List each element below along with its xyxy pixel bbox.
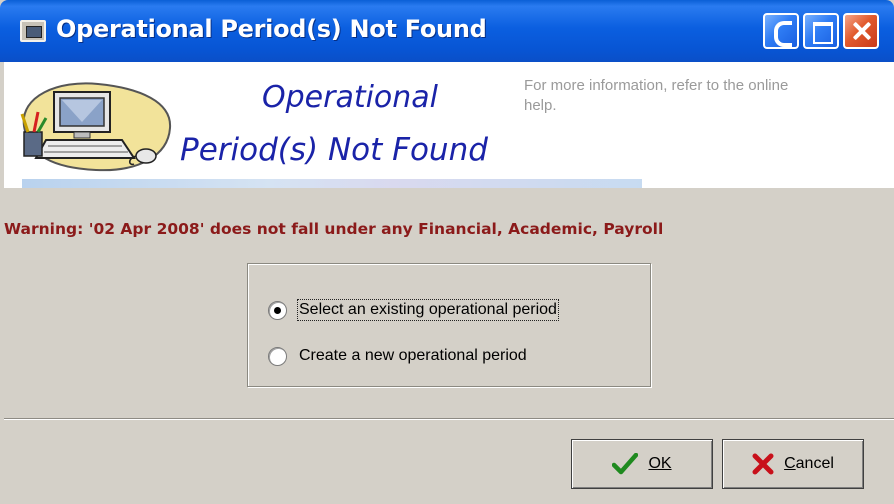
- footer-separator: [4, 418, 894, 420]
- checkmark-icon: [612, 453, 639, 475]
- radio-label-new-period[interactable]: Create a new operational period: [299, 347, 527, 365]
- close-button[interactable]: [843, 13, 879, 49]
- option-new-period[interactable]: Create a new operational period: [268, 344, 527, 368]
- radio-label-existing-period[interactable]: Select an existing operational period: [297, 299, 559, 321]
- option-existing-period[interactable]: Select an existing operational period: [268, 298, 559, 322]
- header-title-line1: Operational: [262, 80, 439, 115]
- ok-label-text: OK: [648, 455, 672, 472]
- maximize-button[interactable]: [803, 13, 839, 49]
- cancel-button[interactable]: Cancel: [722, 439, 864, 489]
- ok-button-label: OK: [648, 455, 671, 473]
- header-title-line2: Period(s) Not Found: [180, 132, 488, 168]
- title-bar[interactable]: Operational Period(s) Not Found: [0, 0, 894, 62]
- help-button[interactable]: [763, 13, 799, 49]
- dialog-header: Operational Period(s) Not Found For more…: [4, 62, 894, 188]
- help-hint-text: For more information, refer to the onlin…: [524, 77, 789, 114]
- cancel-button-label: Cancel: [784, 455, 834, 472]
- radio-existing-period[interactable]: [268, 300, 287, 320]
- header-divider-band: [22, 179, 642, 188]
- option-group: Select an existing operational period Cr…: [247, 263, 651, 387]
- radio-new-period[interactable]: [268, 346, 287, 366]
- ok-button[interactable]: OK: [571, 439, 713, 489]
- window-app-icon: [20, 20, 46, 42]
- warning-message: Warning: '02 Apr 2008' does not fall und…: [4, 220, 664, 238]
- window-title: Operational Period(s) Not Found: [56, 15, 487, 43]
- x-icon: [752, 453, 774, 475]
- computer-logo-icon: [20, 82, 172, 172]
